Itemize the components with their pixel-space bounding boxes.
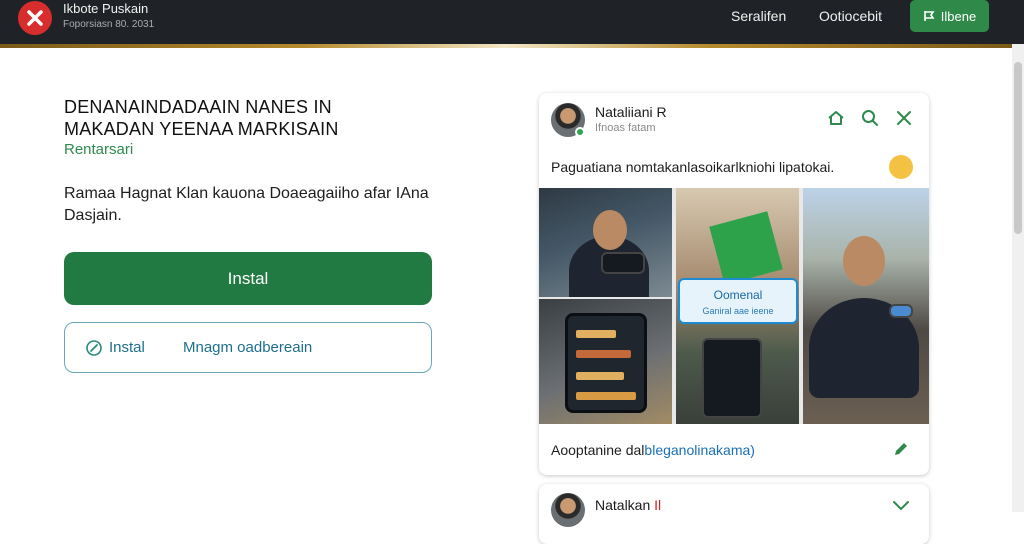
nav-link-1[interactable]: Seralifen: [731, 8, 786, 24]
online-status-dot: [575, 127, 585, 137]
close-icon[interactable]: [894, 108, 914, 128]
page-headline: DENANAINDADAAIN NANES IN MAKADAN YEENAA …: [64, 96, 339, 140]
brand-subtitle: Foporsiasn 80. 2031: [63, 19, 155, 30]
header-action-label: Ilbene: [940, 8, 977, 24]
hero-subtitle: Rentarsari: [64, 141, 134, 158]
photo-phone-screen[interactable]: [539, 299, 672, 424]
header-accent-line: [0, 44, 1012, 48]
photo-man-with-phone[interactable]: [539, 188, 672, 297]
post-footer-link[interactable]: bleganolinakama): [644, 442, 755, 458]
search-icon[interactable]: [860, 108, 880, 128]
photo-man-at-laptop[interactable]: [803, 188, 929, 424]
post-2-author-suffix: Il: [654, 497, 662, 513]
post-photo-grid[interactable]: Oomenal Ganiral aae ieene: [539, 188, 929, 424]
post-2-author[interactable]: Natalkan Il: [595, 497, 661, 513]
pencil-icon[interactable]: [891, 439, 911, 459]
post-2-author-name: Natalkan: [595, 497, 651, 513]
avatar-2[interactable]: [551, 493, 585, 527]
header-action-button[interactable]: Ilbene: [910, 0, 989, 32]
post-author[interactable]: Nataliiani R: [595, 104, 667, 120]
post-text: Paguatiana nomtakanlasoikarlkniohi lipat…: [551, 159, 835, 175]
post-footer-text: Aooptanine dalbleganolinakama): [551, 442, 755, 458]
post-card-2: Natalkan Il: [539, 484, 929, 544]
overlay-title: Oomenal: [713, 288, 763, 302]
headline-line-2: MAKADAN YEENAA MARKISAIN: [64, 119, 339, 139]
page-scrollbar[interactable]: [1012, 44, 1024, 512]
nav-link-2[interactable]: Ootiocebit: [819, 8, 882, 24]
overlay-subtitle: Ganiral aae ieene: [702, 306, 774, 316]
home-icon[interactable]: [826, 108, 846, 128]
post-footer-prefix: Aooptanine dal: [551, 442, 645, 458]
logo-mark-icon: [27, 10, 43, 26]
secondary-install-button[interactable]: Instal Mnagm oadbereain: [64, 322, 432, 373]
smile-emoji-icon: [889, 155, 913, 179]
secondary-button-label-2: Mnagm oadbereain: [183, 339, 313, 356]
chevron-down-icon[interactable]: [891, 499, 911, 513]
secondary-button-label-1: Instal: [109, 339, 145, 356]
scrollbar-thumb[interactable]: [1014, 62, 1022, 234]
install-button[interactable]: Instal: [64, 252, 432, 305]
brand-title: Ikbote Puskain: [63, 1, 149, 16]
headline-line-1: DENANAINDADAAIN NANES IN: [64, 97, 332, 117]
edit-circle-icon: [86, 340, 102, 356]
flag-icon: [923, 11, 935, 21]
top-bar: Ikbote Puskain Foporsiasn 80. 2031 Seral…: [0, 0, 1024, 44]
photo-overlay-badge[interactable]: Oomenal Ganiral aae ieene: [678, 278, 798, 324]
post-card: Nataliiani R Ifnoas fatam Paguatiana nom…: [539, 93, 929, 475]
logo[interactable]: [18, 1, 52, 35]
post-meta: Ifnoas fatam: [595, 122, 656, 134]
hero-description: Ramaa Hagnat Klan kauona Doaeagaiiho afa…: [64, 185, 429, 224]
